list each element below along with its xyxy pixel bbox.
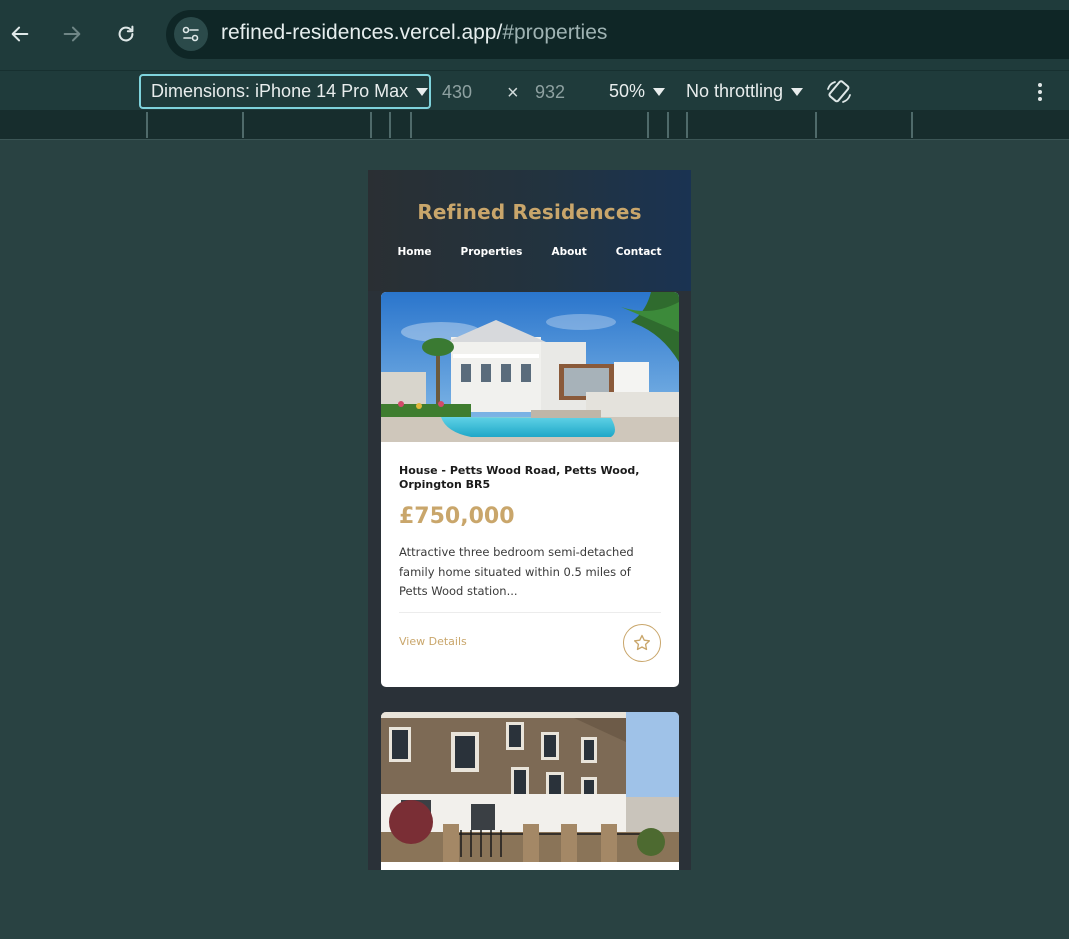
site-header: Refined Residences Home Properties About… [368, 170, 691, 291]
media-query-ruler[interactable] [0, 110, 1069, 140]
url-path: #properties [502, 21, 608, 44]
property-photo-house-pool[interactable] [381, 292, 679, 442]
arrow-left-icon [11, 26, 29, 42]
card-body: House - Petts Wood Road, Petts Wood, Orp… [381, 442, 679, 669]
favorite-button[interactable] [623, 623, 661, 662]
zoom-label: 50% [609, 81, 646, 101]
ruler-tick [410, 112, 412, 138]
card-footer: View Details [399, 613, 661, 669]
arrow-right-icon [63, 26, 81, 42]
site-info-button[interactable] [174, 17, 208, 51]
times-sign: × [507, 82, 519, 104]
ruler-tick [242, 112, 244, 138]
star-outline-icon [634, 634, 650, 650]
property-description: Attractive three bedroom semi-detached f… [399, 545, 634, 598]
ruler-tick [911, 112, 913, 138]
browser-toolbar: refined-residences.vercel.app/#propertie… [0, 0, 1069, 70]
tune-icon [182, 26, 199, 42]
ruler-tick [686, 112, 688, 138]
more-vert-icon[interactable] [1030, 81, 1050, 103]
reload-icon [118, 25, 134, 42]
throttling-label: No throttling [686, 81, 784, 101]
height-input[interactable]: 932 [535, 82, 565, 103]
caret-down-icon [791, 88, 804, 97]
nav-home[interactable]: Home [397, 246, 431, 258]
property-title[interactable]: House - Petts Wood Road, Petts Wood, Orp… [399, 464, 661, 492]
property-card: House - Petts Wood Road, Petts Wood, Orp… [381, 292, 679, 687]
address-bar[interactable]: refined-residences.vercel.app/#propertie… [166, 10, 1069, 59]
back-button[interactable] [6, 20, 34, 48]
url-host: refined-residences.vercel.app/ [221, 21, 503, 44]
rotate-icon[interactable] [824, 77, 854, 107]
forward-button[interactable] [58, 20, 86, 48]
zoom-select[interactable]: 50% [609, 81, 666, 102]
device-viewport: Refined Residences Home Properties About… [368, 170, 691, 870]
site-brand[interactable]: Refined Residences [368, 170, 691, 224]
ruler-tick [389, 112, 391, 138]
site-nav: Home Properties About Contact [368, 246, 691, 258]
reload-button[interactable] [112, 20, 140, 48]
nav-properties[interactable]: Properties [461, 246, 523, 258]
property-photo-townhouse[interactable] [381, 712, 679, 862]
ruler-tick [815, 112, 817, 138]
nav-about[interactable]: About [551, 246, 586, 258]
dimensions-label: Dimensions: iPhone 14 Pro Max [151, 81, 409, 101]
url-text[interactable]: refined-residences.vercel.app/#propertie… [221, 21, 607, 45]
nav-contact[interactable]: Contact [616, 246, 662, 258]
ruler-tick [667, 112, 669, 138]
caret-down-icon [653, 88, 666, 97]
ruler-tick [146, 112, 148, 138]
property-price: £750,000 [399, 504, 515, 529]
width-input[interactable]: 430 [442, 82, 472, 103]
property-card [381, 712, 679, 870]
dimensions-select[interactable]: Dimensions: iPhone 14 Pro Max [139, 74, 431, 109]
view-details-link[interactable]: View Details [399, 635, 467, 648]
caret-down-icon [416, 88, 429, 97]
ruler-tick [647, 112, 649, 138]
device-toolbar: Dimensions: iPhone 14 Pro Max 430 × 932 … [0, 70, 1069, 110]
throttling-select[interactable]: No throttling [686, 81, 804, 102]
ruler-tick [370, 112, 372, 138]
